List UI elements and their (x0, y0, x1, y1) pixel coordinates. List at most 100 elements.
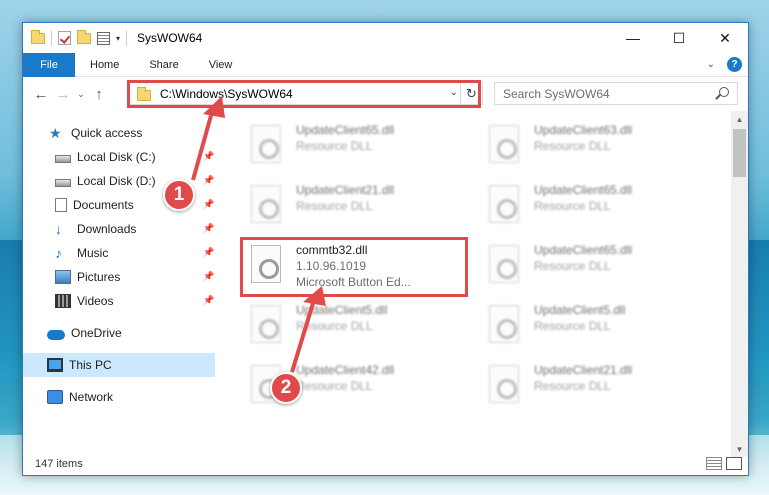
pin-icon[interactable]: 📌 (203, 295, 214, 306)
file-name: UpdateClient21.dll (296, 183, 395, 197)
sidebar-item-pictures[interactable]: Pictures 📌 (23, 265, 215, 289)
sidebar-item-label: Downloads (77, 222, 137, 236)
sidebar-item-this-pc[interactable]: This PC (23, 353, 215, 377)
properties-icon[interactable] (97, 31, 110, 45)
ribbon-right-controls: ⌄ ? (707, 57, 742, 72)
tab-share[interactable]: Share (134, 59, 193, 71)
window-controls: — ☐ ✕ (610, 23, 748, 53)
vertical-scrollbar[interactable]: ▲ ▼ (731, 111, 748, 457)
sidebar-item-label: Quick access (71, 126, 143, 140)
tab-view[interactable]: View (194, 59, 248, 71)
file-name: UpdateClient5.dll (296, 303, 388, 317)
scrollbar-thumb[interactable] (733, 129, 746, 177)
file-item[interactable]: UpdateClient65.dll Resource DLL (481, 239, 701, 295)
sidebar-item-label: OneDrive (71, 326, 122, 340)
back-arrow-icon[interactable]: ← (30, 83, 52, 105)
scroll-up-icon[interactable]: ▲ (731, 111, 748, 127)
pin-icon[interactable]: 📌 (203, 199, 214, 210)
sidebar-item-downloads[interactable]: ↓ Downloads 📌 (23, 217, 215, 241)
maximize-button[interactable]: ☐ (656, 23, 702, 53)
address-bar-highlight (127, 80, 481, 108)
details-view-icon[interactable] (706, 457, 722, 470)
file-type: Resource DLL (534, 199, 611, 213)
dll-file-icon (251, 125, 281, 163)
folder-icon (31, 29, 45, 44)
file-item[interactable]: UpdateClient21.dll Resource DLL (481, 359, 701, 415)
file-item[interactable]: UpdateClient21.dll Resource DLL (243, 179, 463, 235)
up-arrow-icon[interactable]: ↑ (88, 83, 110, 105)
recent-locations-icon[interactable]: ⌄ (74, 83, 88, 105)
file-type: Resource DLL (534, 139, 611, 153)
dll-file-icon (489, 245, 519, 283)
file-type: Resource DLL (534, 259, 611, 273)
close-button[interactable]: ✕ (702, 23, 748, 53)
sidebar-item-label: Videos (77, 294, 114, 308)
search-placeholder: Search SysWOW64 (503, 86, 610, 101)
file-name: UpdateClient65.dll (534, 243, 633, 257)
large-icons-view-icon[interactable] (726, 457, 742, 470)
file-type: Resource DLL (296, 199, 373, 213)
file-item[interactable]: UpdateClient63.dll Resource DLL (481, 119, 701, 175)
expand-ribbon-icon[interactable]: ⌄ (707, 59, 715, 70)
star-icon: ★ (49, 125, 62, 141)
file-type: Resource DLL (534, 319, 611, 333)
file-name: UpdateClient5.dll (534, 303, 626, 317)
pin-icon[interactable]: 📌 (203, 247, 214, 258)
file-type: Resource DLL (296, 139, 373, 153)
pin-icon[interactable]: 📌 (203, 223, 214, 234)
toolbar-divider (51, 30, 52, 46)
search-input[interactable]: Search SysWOW64 (494, 82, 738, 105)
new-folder-icon[interactable] (77, 29, 91, 44)
file-item[interactable]: UpdateClient65.dll Resource DLL (243, 119, 463, 175)
pin-icon[interactable]: 📌 (203, 175, 214, 186)
documents-icon (55, 198, 67, 212)
sidebar-item-onedrive[interactable]: OneDrive (23, 321, 215, 345)
drive-icon (55, 179, 71, 187)
sidebar-item-label: Music (77, 246, 109, 260)
file-name: UpdateClient65.dll (296, 123, 395, 137)
sidebar-item-quick-access[interactable]: ★ Quick access (23, 121, 215, 145)
sidebar-item-label: Local Disk (C:) (77, 150, 156, 164)
file-name: UpdateClient65.dll (534, 183, 633, 197)
callout-badge-2: 2 (270, 372, 302, 404)
tab-home[interactable]: Home (75, 59, 134, 71)
pin-icon[interactable]: 📌 (203, 151, 214, 162)
download-icon: ↓ (55, 221, 62, 237)
customize-toolbar-icon[interactable]: ▾ (116, 34, 120, 43)
toolbar-divider (126, 30, 128, 46)
search-icon (719, 87, 729, 97)
file-name: UpdateClient21.dll (534, 363, 633, 377)
file-type: Resource DLL (296, 319, 373, 333)
dll-file-icon (489, 185, 519, 223)
file-item[interactable]: UpdateClient65.dll Resource DLL (481, 179, 701, 235)
onedrive-icon (47, 329, 65, 340)
minimize-button[interactable]: — (610, 23, 656, 53)
sidebar-item-music[interactable]: ♪ Music 📌 (23, 241, 215, 265)
music-icon: ♪ (55, 245, 62, 261)
drive-icon (55, 155, 71, 163)
file-item[interactable]: UpdateClient5.dll Resource DLL (243, 299, 463, 355)
file-name: UpdateClient63.dll (534, 123, 633, 137)
sidebar-item-label: Pictures (77, 270, 121, 284)
file-item[interactable]: UpdateClient5.dll Resource DLL (481, 299, 701, 355)
sidebar-item-videos[interactable]: Videos 📌 (23, 289, 215, 313)
sidebar-item-local-disk-c[interactable]: Local Disk (C:) 📌 (23, 145, 215, 169)
pin-icon[interactable]: 📌 (203, 271, 214, 282)
sidebar-item-label: This PC (69, 358, 112, 372)
file-type: Resource DLL (534, 379, 611, 393)
tab-file[interactable]: File (23, 52, 75, 77)
dll-file-icon (489, 125, 519, 163)
status-bar: 147 items (23, 453, 748, 475)
ribbon-tabs: File Home Share View ⌄ ? (23, 52, 748, 77)
sidebar-item-label: Documents (73, 198, 134, 212)
properties-check-icon[interactable] (58, 31, 71, 45)
dll-file-icon (489, 305, 519, 343)
view-toggle (706, 457, 742, 470)
forward-arrow-icon[interactable]: → (52, 83, 74, 105)
title-bar: ▾ SysWOW64 — ☐ ✕ (23, 23, 748, 53)
quick-access-toolbar: ▾ (31, 29, 128, 46)
sidebar-item-label: Network (69, 390, 114, 404)
sidebar-item-network[interactable]: Network (23, 385, 215, 409)
dll-file-icon (251, 305, 281, 343)
help-icon[interactable]: ? (727, 57, 742, 72)
